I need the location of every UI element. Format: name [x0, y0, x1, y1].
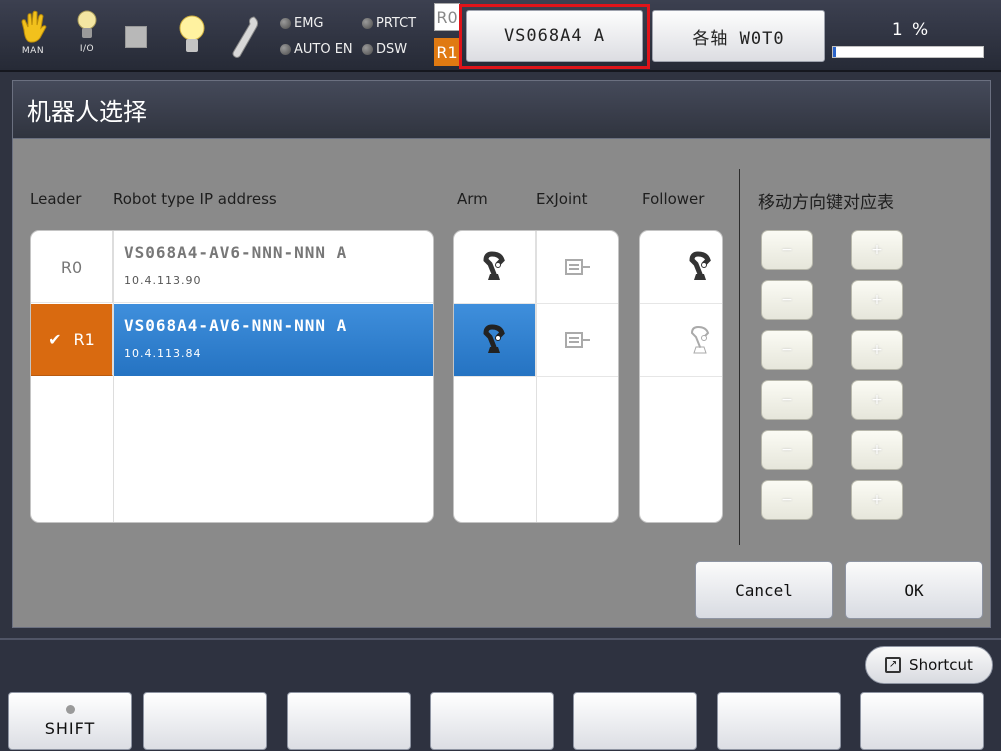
leader-cell[interactable]: ✔ R1	[31, 304, 113, 376]
robot-arm-icon	[689, 251, 711, 280]
manual-mode-indicator[interactable]: MAN	[16, 10, 50, 62]
dialog-title: 机器人选择	[12, 80, 991, 138]
robot-id-label: R0	[60, 257, 83, 277]
highlight-frame	[459, 4, 650, 69]
wrench-icon[interactable]	[228, 14, 262, 60]
io-label: I/O	[79, 44, 95, 54]
function-key-3[interactable]	[287, 692, 411, 750]
plus-button-1[interactable]: +	[851, 230, 903, 270]
mapping-header: 移动方向键对应表	[758, 193, 894, 213]
arm-exjoint-panel	[453, 230, 619, 523]
status-bar: MAN I/O EMG PRTCT AUTO EN DSW R0 R1 VS06…	[0, 0, 1001, 72]
follower-cell-r1[interactable]	[640, 304, 722, 376]
exjoint-header: ExJoint	[536, 190, 588, 208]
robot-ip-text: 10.4.113.90	[124, 274, 202, 287]
robot-arm-icon	[482, 251, 505, 280]
robot-arm-icon	[482, 324, 505, 353]
row-divider	[454, 376, 618, 377]
robot-type-text: VS068A4-AV6-NNN-NNN A	[124, 316, 348, 335]
robot-row-r1[interactable]: ✔ R1 VS068A4-AV6-NNN-NNN A 10.4.113.84	[31, 304, 433, 376]
io-indicator[interactable]: I/O	[72, 10, 102, 62]
robot-arm-outline-icon	[690, 325, 710, 354]
prtct-led	[362, 18, 373, 29]
hand-icon	[21, 10, 47, 43]
plus-button-5[interactable]: +	[851, 430, 903, 470]
cancel-button[interactable]: Cancel	[695, 561, 833, 619]
robot-r0-label: R0	[434, 3, 460, 31]
function-key-4[interactable]	[430, 692, 554, 750]
arm-cell-r0[interactable]	[454, 231, 536, 303]
robot-type-cell[interactable]: VS068A4-AV6-NNN-NNN A 10.4.113.84	[114, 304, 433, 376]
minus-button-6[interactable]: −	[761, 480, 813, 520]
plus-button-4[interactable]: +	[851, 380, 903, 420]
exjoint-icon	[565, 259, 590, 275]
follower-header: Follower	[642, 190, 705, 208]
arm-cell-r1[interactable]	[454, 304, 536, 376]
minus-button-2[interactable]: −	[761, 280, 813, 320]
exjoint-icon	[565, 332, 590, 348]
shift-key[interactable]: SHIFT	[8, 692, 132, 750]
dsw-led	[362, 44, 373, 55]
shortcut-button[interactable]: ↗ Shortcut	[865, 646, 993, 684]
robot-type-cell[interactable]: VS068A4-AV6-NNN-NNN A 10.4.113.90	[114, 231, 433, 303]
lightbulb-icon[interactable]	[178, 14, 206, 58]
speed-bar[interactable]	[832, 46, 984, 58]
checkmark-icon: ✔	[48, 330, 62, 349]
mode-label: MAN	[21, 46, 45, 56]
vertical-divider	[739, 169, 740, 545]
speed-bar-fill	[833, 47, 836, 57]
robot-type-text: VS068A4-AV6-NNN-NNN A	[124, 243, 348, 262]
minus-button-1[interactable]: −	[761, 230, 813, 270]
exjoint-cell-r1[interactable]	[537, 304, 618, 376]
plus-button-2[interactable]: +	[851, 280, 903, 320]
lightbulb-icon	[77, 10, 97, 38]
ok-button[interactable]: OK	[845, 561, 983, 619]
function-key-6[interactable]	[717, 692, 841, 750]
dsw-indicator: DSW	[362, 42, 407, 57]
emg-indicator: EMG	[280, 16, 324, 31]
robot-r1-label: R1	[434, 38, 460, 66]
stop-square-icon[interactable]	[125, 26, 147, 48]
leader-cell[interactable]: R0	[31, 231, 113, 303]
emg-led	[280, 18, 291, 29]
arm-header: Arm	[457, 190, 488, 208]
function-key-2[interactable]	[143, 692, 267, 750]
speed-value: 1 %	[891, 20, 931, 40]
robot-id-label: R1	[73, 330, 95, 349]
shortcut-label: Shortcut	[909, 656, 973, 674]
function-key-5[interactable]	[573, 692, 697, 750]
robot-ip-text: 10.4.113.84	[124, 347, 202, 360]
leader-header: Leader	[30, 190, 82, 208]
minus-button-3[interactable]: −	[761, 330, 813, 370]
function-key-bar: ↗ Shortcut SHIFT	[0, 638, 1001, 751]
plus-button-3[interactable]: +	[851, 330, 903, 370]
shift-led	[65, 704, 75, 714]
follower-cell-r0[interactable]	[640, 231, 722, 303]
follower-panel	[639, 230, 723, 523]
robot-type-header: Robot type IP address	[113, 190, 277, 208]
robot-list: R0 VS068A4-AV6-NNN-NNN A 10.4.113.90 ✔ R1…	[30, 230, 434, 523]
shift-label: SHIFT	[44, 718, 96, 738]
robot-select-dialog: 机器人选择 Leader Robot type IP address Arm E…	[0, 72, 1001, 638]
auto-en-led	[280, 44, 291, 55]
plus-button-6[interactable]: +	[851, 480, 903, 520]
robot-row-r0[interactable]: R0 VS068A4-AV6-NNN-NNN A 10.4.113.90	[31, 231, 433, 303]
row-divider	[640, 376, 722, 377]
axis-mode-button[interactable]: 各轴 W0T0	[652, 10, 825, 62]
exjoint-cell-r0[interactable]	[537, 231, 618, 303]
minus-button-4[interactable]: −	[761, 380, 813, 420]
minus-button-5[interactable]: −	[761, 430, 813, 470]
function-key-7[interactable]	[860, 692, 984, 750]
shortcut-arrow-icon: ↗	[885, 657, 902, 673]
prtct-indicator: PRTCT	[362, 16, 416, 31]
auto-en-indicator: AUTO EN	[280, 42, 353, 57]
